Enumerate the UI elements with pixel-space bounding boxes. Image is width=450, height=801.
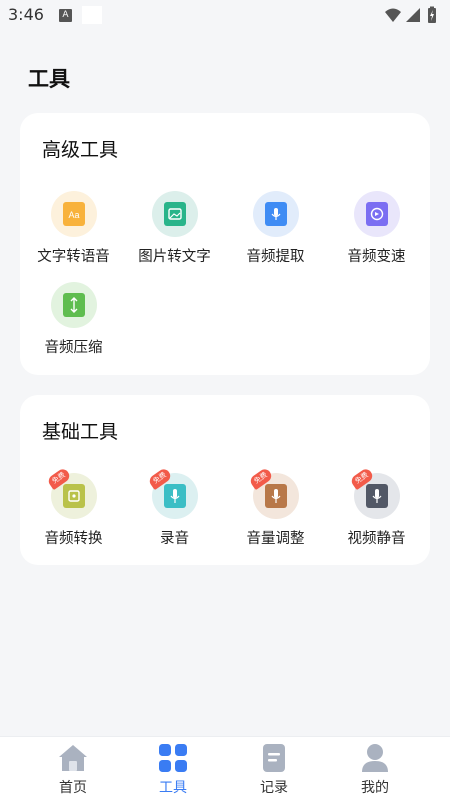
signal-icon bbox=[406, 8, 420, 22]
status-time: 3:46 bbox=[8, 5, 44, 24]
audio-compress-icon bbox=[50, 282, 97, 328]
audio-speed-icon bbox=[353, 191, 400, 237]
tool-label: 音量调整 bbox=[246, 531, 305, 547]
audio-convert-icon: 免费 bbox=[45, 466, 97, 519]
tool-record[interactable]: 免费 录音 bbox=[124, 466, 225, 548]
tool-volume-adjust[interactable]: 免费 音量调整 bbox=[225, 466, 326, 548]
image-to-text-icon bbox=[151, 191, 198, 237]
tool-audio-speed[interactable]: 音频变速 bbox=[326, 191, 427, 266]
advanced-tools-title: 高级工具 bbox=[42, 139, 119, 161]
tab-home[interactable]: 首页 bbox=[17, 737, 129, 801]
tool-audio-convert[interactable]: 免费 音频转换 bbox=[23, 466, 124, 548]
notification-placeholder-icon bbox=[82, 6, 102, 24]
tab-home-label: 首页 bbox=[59, 780, 87, 796]
tab-records[interactable]: 记录 bbox=[218, 737, 330, 801]
tab-tools-label: 工具 bbox=[159, 780, 187, 796]
tool-label: 音频提取 bbox=[246, 249, 305, 265]
tool-label: 图片转文字 bbox=[138, 249, 211, 265]
tools-icon bbox=[159, 744, 187, 772]
tool-label: 音频压缩 bbox=[44, 340, 103, 356]
tab-tools[interactable]: 工具 bbox=[117, 737, 229, 801]
tool-label: 音频变速 bbox=[347, 249, 406, 265]
battery-icon bbox=[428, 6, 436, 23]
tab-profile[interactable]: 我的 bbox=[319, 737, 431, 801]
tab-profile-label: 我的 bbox=[361, 780, 389, 796]
video-mute-icon: 免费 bbox=[348, 466, 400, 519]
text-to-speech-icon: Aa bbox=[50, 191, 97, 237]
notification-icon: A bbox=[59, 9, 72, 22]
wifi-icon bbox=[385, 8, 401, 22]
status-bar: 3:46 A bbox=[0, 0, 450, 32]
tool-label: 录音 bbox=[160, 531, 189, 547]
bottom-tab-bar: 首页 工具 记录 我的 bbox=[0, 736, 450, 801]
basic-tools-card: 基础工具 免费 音频转换 免费 录音 免费 音量调整 免费 视频静音 bbox=[20, 395, 430, 565]
tab-records-label: 记录 bbox=[260, 780, 288, 796]
audio-extract-icon bbox=[252, 191, 299, 237]
tool-label: 音频转换 bbox=[44, 531, 103, 547]
advanced-tools-card: 高级工具 Aa 文字转语音 图片转文字 音频提取 音频变速 音频压缩 bbox=[20, 113, 430, 375]
text-to-speech-icon-text: Aa bbox=[68, 210, 79, 220]
tool-audio-extract[interactable]: 音频提取 bbox=[225, 191, 326, 266]
profile-icon bbox=[362, 744, 388, 772]
record-list-icon bbox=[263, 744, 285, 772]
record-icon: 免费 bbox=[146, 466, 198, 519]
home-icon bbox=[59, 745, 87, 771]
tool-label: 文字转语音 bbox=[37, 249, 110, 265]
tool-video-mute[interactable]: 免费 视频静音 bbox=[326, 466, 427, 548]
status-indicators bbox=[384, 6, 444, 26]
page-title: 工具 bbox=[28, 67, 70, 91]
tool-text-to-speech[interactable]: Aa 文字转语音 bbox=[23, 191, 124, 266]
basic-tools-title: 基础工具 bbox=[42, 421, 119, 443]
tool-image-to-text[interactable]: 图片转文字 bbox=[124, 191, 225, 266]
tool-audio-compress[interactable]: 音频压缩 bbox=[23, 282, 124, 357]
tool-label: 视频静音 bbox=[347, 531, 406, 547]
volume-adjust-icon: 免费 bbox=[247, 466, 299, 519]
